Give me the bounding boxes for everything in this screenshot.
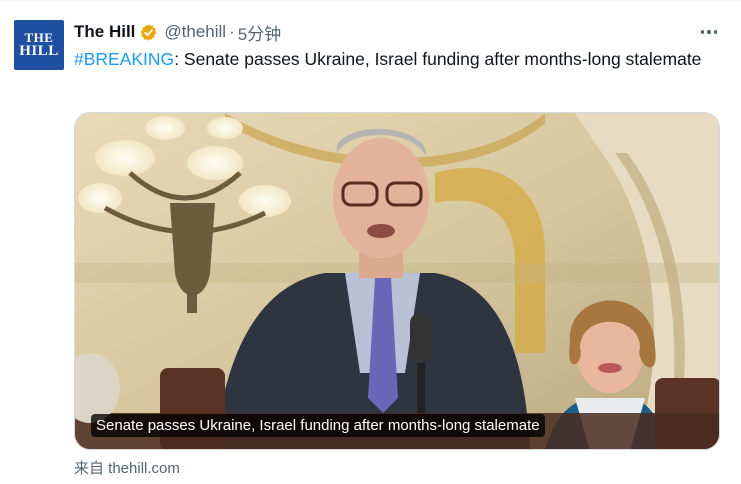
top-divider (0, 0, 741, 1)
tweet-body: : Senate passes Ukraine, Israel funding … (174, 49, 702, 69)
handle[interactable]: @thehill (164, 22, 226, 42)
tweet-header: The Hill @thehill · 5分钟 (74, 19, 281, 45)
avatar-text-bottom: HILL (19, 43, 59, 59)
tweet-text: #BREAKING: Senate passes Ukraine, Israel… (74, 47, 714, 72)
display-name[interactable]: The Hill (74, 22, 135, 42)
separator-dot: · (229, 22, 235, 41)
news-photo (75, 113, 719, 449)
timestamp[interactable]: 5分钟 (238, 20, 281, 45)
verified-badge-icon[interactable] (139, 23, 158, 42)
card-caption: Senate passes Ukraine, Israel funding af… (91, 414, 545, 437)
card-source-link[interactable]: 来自 thehill.com (74, 457, 180, 478)
link-card-image[interactable]: Senate passes Ukraine, Israel funding af… (74, 112, 720, 450)
hashtag-link[interactable]: #BREAKING (74, 49, 174, 69)
more-options-icon[interactable] (696, 22, 722, 42)
avatar[interactable]: THE HILL (14, 20, 64, 70)
